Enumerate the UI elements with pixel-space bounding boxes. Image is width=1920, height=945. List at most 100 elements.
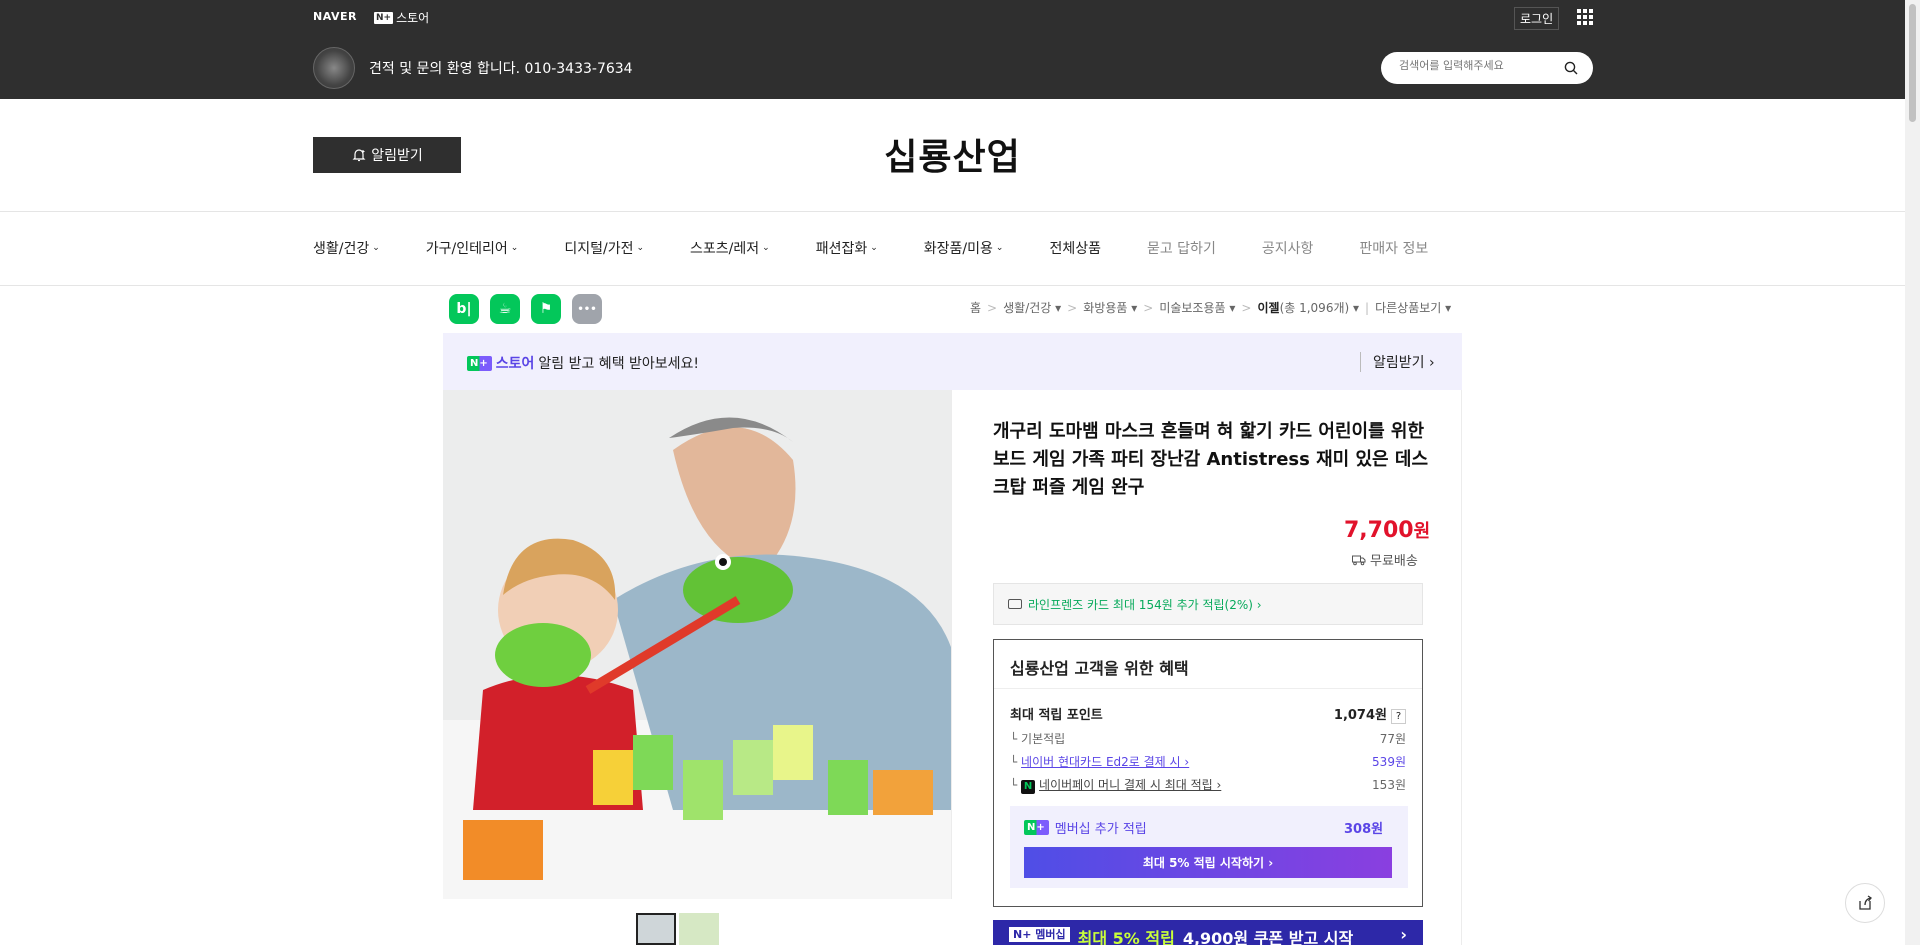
search-icon[interactable]	[1564, 61, 1578, 75]
nstore-label: 스토어	[396, 11, 430, 25]
thumbnail-strip	[636, 913, 719, 945]
point-row-value: 77원	[1379, 732, 1406, 746]
breadcrumb-cat2[interactable]: 화방용품 ▾	[1083, 299, 1137, 316]
credit-card-icon	[1008, 599, 1022, 609]
breadcrumb-separator: >	[1143, 300, 1154, 315]
store-title[interactable]: 십룡산업	[0, 128, 1905, 180]
nav-item-label: 공지사항	[1261, 241, 1314, 257]
membership-start-button[interactable]: 최대 5% 적립 시작하기 ›	[1024, 847, 1392, 878]
membership-coupon-banner[interactable]: N+ 멤버십 최대 5% 적립 4,900원 쿠폰 받고 시작 ›	[993, 920, 1423, 945]
nstore-logo[interactable]: N+ 스토어	[374, 9, 429, 26]
nav-item-label: 묻고 답하기	[1146, 241, 1216, 257]
notice-alarm-link[interactable]: 알림받기 ›	[1360, 352, 1435, 372]
scrollbar-thumb[interactable]	[1909, 4, 1916, 122]
nav-item[interactable]: 화장품/미용 ⌄	[924, 238, 1004, 258]
nav-item-label: 생활/건강	[313, 241, 370, 257]
breadcrumb-cat3[interactable]: 미술보조용품 ▾	[1159, 299, 1235, 316]
divider	[994, 688, 1422, 689]
max-point-row: 최대 적립 포인트 1,074원?	[1010, 704, 1406, 724]
point-row-label: 기본적립	[1021, 732, 1066, 746]
help-icon[interactable]: ?	[1391, 709, 1406, 724]
chevron-right-icon: ›	[1400, 925, 1407, 944]
breadcrumb-separator: >	[987, 300, 998, 315]
max-point-value: 1,074원	[1333, 708, 1387, 723]
nav-item[interactable]: 판매자 정보	[1359, 238, 1428, 258]
nplus-badge: N+	[374, 11, 394, 24]
breadcrumb-separator: >	[1067, 300, 1078, 315]
chevron-down-icon: ⌄	[762, 243, 770, 253]
point-row-naverpay[interactable]: └ N 네이버페이 머니 결제 시 최대 적립 › 153원	[1010, 776, 1406, 794]
product-photo	[443, 390, 951, 899]
benefit-title: 십룡산업 고객을 위한 혜택	[1010, 659, 1189, 678]
login-button[interactable]: 로그인	[1514, 7, 1560, 30]
nstore-notice-banner: N+ 스토어 알림 받고 혜택 받아보세요! 알림받기 ›	[443, 333, 1462, 390]
nav-item[interactable]: 생활/건강 ⌄	[313, 238, 380, 258]
benefit-box: 십룡산업 고객을 위한 혜택 최대 적립 포인트 1,074원? └ 기본적립 …	[993, 639, 1423, 907]
chevron-down-icon: ⌄	[995, 243, 1004, 253]
category-nav: 생활/건강 ⌄ 가구/인테리어 ⌄ 디지털/가전 ⌄ 스포츠/레저 ⌄ 패션잡화 ⌄ 화장품/미용 ⌄…	[313, 238, 1474, 258]
breadcrumb-separator: |	[1365, 300, 1370, 315]
nplus-badge: N+	[1024, 820, 1049, 835]
nav-item[interactable]: 묻고 답하기	[1147, 238, 1216, 258]
page-scrollbar[interactable]	[1905, 0, 1920, 945]
cafe-icon[interactable]: ☕	[490, 294, 520, 324]
breadcrumb-cat1[interactable]: 생활/건강 ▾	[1003, 299, 1061, 316]
breadcrumb-separator: >	[1241, 300, 1252, 315]
share-floating-button[interactable]	[1845, 883, 1885, 923]
apps-grid-icon[interactable]	[1577, 9, 1593, 25]
divider	[0, 285, 1905, 286]
store-profile-image[interactable]	[313, 47, 355, 89]
chevron-down-icon: ⌄	[870, 243, 878, 253]
chevron-down-icon: ⌄	[510, 243, 519, 253]
banner-highlight: 최대 5% 적립	[1077, 929, 1175, 945]
nav-item[interactable]: 가구/인테리어 ⌄	[426, 238, 519, 258]
global-header: NAVER N+ 스토어 로그인 견적 및 문의 환영 합니다. 010-343…	[0, 0, 1920, 99]
nav-item-label: 패션잡화	[815, 241, 868, 257]
product-main-image[interactable]	[443, 390, 952, 899]
point-row-link[interactable]: 네이버페이 머니 결제 시 최대 적립 ›	[1039, 778, 1221, 792]
banner-badge: N+ 멤버십	[1009, 927, 1070, 942]
product-title: 개구리 도마뱀 마스크 흔들며 혀 핥기 카드 어린이를 위한 보드 게임 가족…	[993, 421, 1429, 498]
other-products-link[interactable]: 다른상품보기 ▾	[1375, 299, 1451, 316]
nav-item-label: 전체상품	[1049, 241, 1101, 257]
thumbnail-2[interactable]	[679, 913, 719, 945]
divider	[0, 211, 1905, 212]
nav-item-label: 화장품/미용	[923, 241, 993, 257]
nav-item[interactable]: 공지사항	[1262, 238, 1314, 258]
card-offer[interactable]: 라인프렌즈 카드 최대 154원 추가 적립(2%) ›	[993, 583, 1423, 625]
nav-item-label: 스포츠/레저	[690, 241, 760, 257]
nav-item[interactable]: 전체상품	[1049, 238, 1101, 258]
share-icon	[1859, 895, 1872, 910]
blog-icon[interactable]: b|	[449, 294, 479, 324]
nav-item[interactable]: 디지털/가전 ⌄	[564, 238, 644, 258]
chevron-down-icon: ⌄	[636, 243, 645, 253]
point-row-hyundai-card[interactable]: └ 네이버 현대카드 Ed2로 결제 시 › 539원	[1010, 753, 1406, 770]
thumbnail-1[interactable]	[636, 913, 676, 945]
search-input[interactable]	[1399, 59, 1559, 72]
breadcrumb-current[interactable]: 이젤(총 1,096개) ▾	[1257, 299, 1359, 316]
membership-label: 멤버십 추가 적립	[1054, 822, 1147, 837]
max-point-label: 최대 적립 포인트	[1010, 708, 1103, 723]
more-icon[interactable]: •••	[572, 294, 602, 324]
banner-text: 4,900원 쿠폰 받고 시작	[1182, 929, 1354, 945]
shipping-label: 무료배송	[1370, 554, 1418, 569]
npay-icon: N	[1021, 780, 1036, 794]
breadcrumb-home[interactable]: 홈	[970, 299, 981, 316]
nav-item-label: 판매자 정보	[1359, 241, 1429, 257]
nstore-word: 스토어	[495, 356, 535, 372]
product-price: 7,700원	[1344, 518, 1431, 543]
share-icons: b| ☕ ⚑ •••	[449, 294, 602, 324]
nav-item[interactable]: 패션잡화 ⌄	[816, 238, 878, 258]
point-row-link[interactable]: 네이버 현대카드 Ed2로 결제 시 ›	[1021, 755, 1189, 769]
nav-item[interactable]: 스포츠/레저 ⌄	[690, 238, 770, 258]
naver-logo[interactable]: NAVER	[313, 10, 357, 23]
point-row-basic: └ 기본적립 77원	[1010, 732, 1406, 746]
nplus-badge: N+	[467, 355, 492, 371]
store-message: 견적 및 문의 환영 합니다. 010-3433-7634	[369, 61, 633, 77]
store-search[interactable]	[1381, 52, 1593, 84]
notice-text: 알림 받고 혜택 받아보세요!	[538, 356, 700, 372]
bookmark-icon[interactable]: ⚑	[531, 294, 561, 324]
chevron-down-icon: ⌄	[372, 243, 380, 253]
nav-item-label: 디지털/가전	[564, 241, 634, 257]
membership-box: N+ 멤버십 추가 적립 308원 최대 5% 적립 시작하기 ›	[1010, 806, 1408, 888]
